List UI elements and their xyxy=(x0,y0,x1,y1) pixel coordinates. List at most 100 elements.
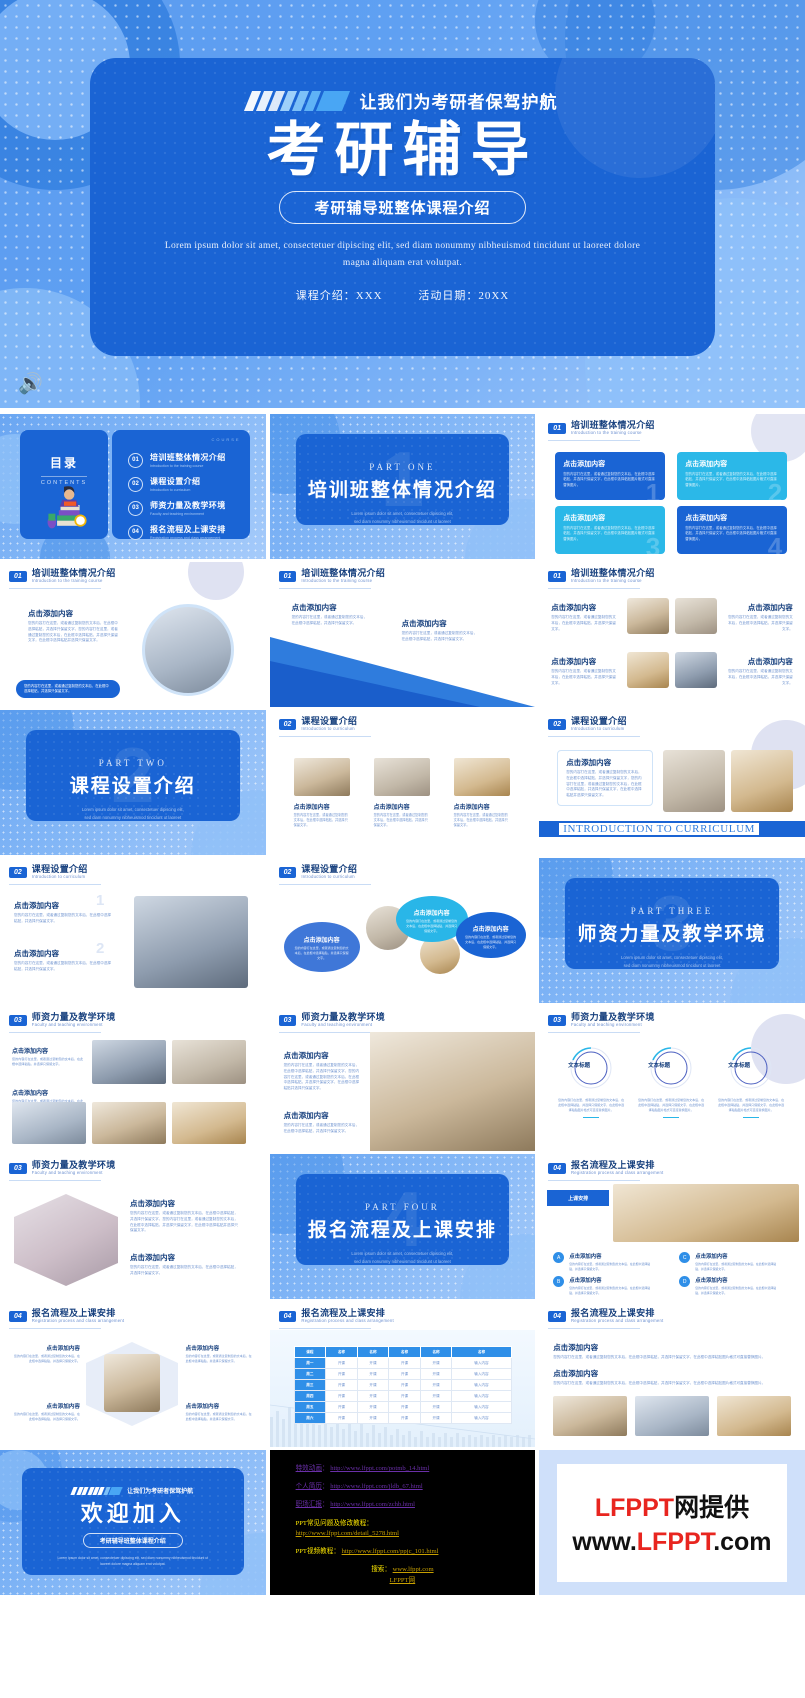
thumb-registration-images[interactable]: 04 报名流程及上课安排 Registration process and cl… xyxy=(539,1302,805,1447)
schedule-table[interactable]: 课程 名称 名称 名称 名称 名称 周一 开课 开课 开课 开课 输入内容 周二 xyxy=(293,1346,512,1424)
links-panel[interactable]: 特效动画： http://www.lfppt.com/potmb_14.html… xyxy=(269,1450,536,1595)
thumb-faculty-books[interactable]: 03 师资力量及教学环境 Faculty and teaching enviro… xyxy=(269,1006,536,1151)
thumb-registration-hex[interactable]: 04 报名流程及上课安排 Registration process and cl… xyxy=(0,1302,266,1447)
faq-row[interactable]: PPT常见问题及修改教程： http://www.lfppt.com/detai… xyxy=(296,1519,536,1539)
thumb-curriculum-three[interactable]: 02 课程设置介绍 Introduction to curriculum 点击添… xyxy=(269,710,536,855)
block-title: 点击添加内容 xyxy=(553,1369,599,1378)
link-label: 职场汇报 xyxy=(295,1501,322,1509)
divider xyxy=(278,884,371,885)
search-site[interactable]: LFPPT网 xyxy=(296,1576,510,1586)
table-cell: 开课 xyxy=(419,1412,453,1424)
watermark-brand: LFPPT xyxy=(594,1494,675,1522)
content-image xyxy=(134,896,248,988)
divider xyxy=(278,1032,371,1033)
ring-item[interactable]: 文本标题 您的内容打在这里，或者通过复制您的文本后，在此框中选择粘贴，并选择只保… xyxy=(637,1046,705,1119)
tile-number: 2 xyxy=(96,940,105,957)
link-url[interactable]: http://www.lfppt.com/potmb_14.html xyxy=(330,1465,429,1472)
block-body: 您的内容打在这里，或者通过复制您的文本后，在此框中选择粘贴，并选择只保留文字，在… xyxy=(553,1355,766,1359)
section-number: 01 xyxy=(548,422,566,434)
table-cell: 开课 xyxy=(356,1368,390,1380)
thumb-part-two[interactable]: 2 PART TWO 课程设置介绍 Lorem ipsum dolor sit … xyxy=(0,710,266,855)
thumb-part-three[interactable]: 3 PART THREE 师资力量及教学环境 Lorem ipsum dolor… xyxy=(539,858,805,1003)
divider xyxy=(9,588,101,589)
section-title: 课程设置介绍 xyxy=(31,864,88,874)
watermark-line-2: www.LFPPT.com xyxy=(572,1528,771,1557)
step-item[interactable]: D 点击添加内容 您的内容打在这里，或者通过复制您的文本后，在此框中选择粘贴，并… xyxy=(679,1276,779,1295)
thumb-curriculum-banner[interactable]: 02 课程设置介绍 Introduction to curriculum 点击添… xyxy=(539,710,805,855)
block-body: 您的内容打在这里，或者通过复制您的文本后，在此框中选择粘贴，并选择只保留文字。 xyxy=(401,631,478,641)
list-item[interactable]: 01 培训班整体情况介绍 Introduction to the trainin… xyxy=(128,452,250,468)
thumb-part-four[interactable]: 4 PART FOUR 报名流程及上课安排 Lorem ipsum dolor … xyxy=(269,1154,536,1299)
thumb-welcome[interactable]: 让我们为考研者保驾护航 欢迎加入 考研辅导班整体课程介绍 Lorem ipsum… xyxy=(0,1450,266,1595)
block-body: 您的内容打在这里，或者通过复制您的文本后，在此框中选择粘贴，并选择只保留文字，您… xyxy=(28,621,118,643)
slide-thumbnail-grid: 目录 CONTENTS COURSE 01 培训班整体情况介绍 Introduc… xyxy=(0,414,805,1595)
toc-badge: 02 xyxy=(128,476,143,492)
table-row: 周三 开课 开课 开课 开课 输入内容 xyxy=(293,1379,512,1391)
table-row: 周四 开课 开课 开课 开课 输入内容 xyxy=(293,1390,512,1402)
video-url[interactable]: http://www.lfppt.com/ppjc_101.html xyxy=(342,1548,439,1555)
part-label: PART ONE xyxy=(369,462,436,472)
ring-item[interactable]: 文本标题 您的内容打在这里，或者通过复制您的文本后，在此框中选择粘贴，并选择只保… xyxy=(557,1046,625,1119)
thumb-curriculum-circles[interactable]: 02 课程设置介绍 Introduction to curriculum 点击添… xyxy=(269,858,536,1003)
block-title: 点击添加内容 xyxy=(185,1346,220,1352)
table-cell: 开课 xyxy=(356,1412,390,1424)
link-row[interactable]: 个人简历： http://www.lfppt.com/jldb_67.html xyxy=(296,1482,536,1492)
step-item[interactable]: A 点击添加内容 您的内容打在这里，或者通过复制您的文本后，在此框中选择粘贴，并… xyxy=(553,1252,653,1271)
link-url[interactable]: http://www.lfppt.com/zchb.html xyxy=(330,1501,415,1508)
toc-list: 01 培训班整体情况介绍 Introduction to the trainin… xyxy=(112,430,250,540)
thumb-faculty-grid[interactable]: 03 师资力量及教学环境 Faculty and teaching enviro… xyxy=(0,1006,266,1151)
step-item[interactable]: B 点击添加内容 您的内容打在这里，或者通过复制您的文本后，在此框中选择粘贴，并… xyxy=(553,1276,653,1295)
content-block: 点击添加内容 您的内容打在这里，或者通过复制您的文本后，在此框中选择粘贴，并选择… xyxy=(553,1368,791,1387)
section-subtitle: Introduction to curriculum xyxy=(301,874,355,880)
content-image xyxy=(369,1032,536,1151)
underline-accent xyxy=(583,1116,600,1119)
thumb-intro-diagonal[interactable]: 01 培训班整体情况介绍 Introduction to the trainin… xyxy=(269,562,536,707)
video-label: PPT视频教程： xyxy=(295,1548,340,1556)
thumb-faculty-rings[interactable]: 03 师资力量及教学环境 Faculty and teaching enviro… xyxy=(539,1006,805,1151)
thumb-part-one[interactable]: 1 PART ONE 培训班整体情况介绍 Lorem ipsum dolor s… xyxy=(269,414,536,559)
list-item[interactable]: 04 报名流程及上课安排 Registration process and cl… xyxy=(128,524,250,540)
thumb-schedule-table[interactable]: 04 报名流程及上课安排 Registration process and cl… xyxy=(269,1302,536,1447)
thumb-table-of-contents[interactable]: 目录 CONTENTS COURSE 01 培训班整体情况介绍 Introduc… xyxy=(0,414,266,559)
section-subtitle: Introduction to the training course xyxy=(570,430,642,436)
table-header-cell: 名称 xyxy=(419,1346,453,1358)
block-title: 点击添加内容 xyxy=(747,603,793,612)
content-tile[interactable]: 1 点击添加内容 您的内容打在这里，或者通过复制您的文本后，在此框中选择粘贴，并… xyxy=(555,452,666,500)
section-number: 03 xyxy=(9,1014,27,1026)
circle-block[interactable]: 点击添加内容 您的内容打在这里，或者通过复制您的文本后，在此框中选择粘贴，并选择… xyxy=(283,922,360,972)
content-tile[interactable]: 3 点击添加内容 您的内容打在这里，或者通过复制您的文本后，在此框中选择粘贴，并… xyxy=(555,506,666,554)
divider xyxy=(548,440,641,441)
faq-url[interactable]: http://www.lfppt.com/detail_5278.html xyxy=(296,1529,536,1539)
highlight-block[interactable]: 您的内容打在这里，或者通过复制您的文本后，在此框中选择粘贴，并选择只保留文字。 xyxy=(16,680,120,698)
content-image xyxy=(635,1396,710,1436)
thumb-registration-steps[interactable]: 04 报名流程及上课安排 Registration process and cl… xyxy=(539,1154,805,1299)
thumb-faculty-hex[interactable]: 03 师资力量及教学环境 Faculty and teaching enviro… xyxy=(0,1154,266,1299)
link-url[interactable]: http://www.lfppt.com/jldb_67.html xyxy=(330,1483,422,1490)
block-body: 您的内容打在这里，或者通过复制您的文本后，在此框中选择粘贴，并选择只保留文字。 xyxy=(291,615,368,625)
thumb-intro-sketch[interactable]: 01 培训班整体情况介绍 Introduction to the trainin… xyxy=(0,562,266,707)
content-tile[interactable]: 4 点击添加内容 您的内容打在这里，或者通过复制您的文本后，在此框中选择粘贴，并… xyxy=(677,506,788,554)
thumb-four-tiles[interactable]: 01 培训班整体情况介绍 Introduction to the trainin… xyxy=(539,414,805,559)
thumb-intro-grid[interactable]: 01 培训班整体情况介绍 Introduction to the trainin… xyxy=(539,562,805,707)
search-url[interactable]: www.lfppt.com xyxy=(393,1566,434,1573)
link-row[interactable]: 职场汇报： http://www.lfppt.com/zchb.html xyxy=(296,1500,536,1510)
list-item[interactable]: 02 课程设置介绍 Introduction to curriculum xyxy=(128,476,250,492)
ring-item[interactable]: 文本标题 您的内容打在这里，或者通过复制您的文本后，在此框中选择粘贴，并选择只保… xyxy=(717,1046,785,1119)
search-row[interactable]: 搜索： www.lfppt.com LFPPT网 xyxy=(296,1565,536,1585)
table-cell: 开课 xyxy=(325,1379,358,1391)
step-item[interactable]: C 点击添加内容 您的内容打在这里，或者通过复制您的文本后，在此框中选择粘贴，并… xyxy=(679,1252,779,1271)
list-item[interactable]: 03 师资力量及教学环境 Faculty and teaching enviro… xyxy=(128,500,250,516)
link-row[interactable]: 特效动画： http://www.lfppt.com/potmb_14.html xyxy=(296,1464,536,1474)
content-image xyxy=(172,1102,246,1144)
video-row[interactable]: PPT视频教程： http://www.lfppt.com/ppjc_101.h… xyxy=(296,1547,536,1557)
content-tile[interactable]: 2 点击添加内容 您的内容打在这里，或者通过复制您的文本后，在此框中选择粘贴，并… xyxy=(677,452,788,500)
part-card: 3 PART THREE 师资力量及教学环境 Lorem ipsum dolor… xyxy=(565,878,779,969)
block-title: 点击添加内容 xyxy=(283,1111,329,1120)
table-cell: 开课 xyxy=(356,1401,390,1413)
divider xyxy=(278,1328,371,1329)
tile-number: 3 xyxy=(645,532,661,554)
tile-body: 您的内容打在这里，或者通过复制您的文本后，在此框中选择粘贴，并选择只保留文字，在… xyxy=(685,526,777,541)
circle-block[interactable]: 点击添加内容 您的内容打在这里，或者通过复制您的文本后，在此框中选择粘贴，并选择… xyxy=(455,912,526,958)
thumb-curriculum-numbered[interactable]: 02 课程设置介绍 Introduction to curriculum 点击添… xyxy=(0,858,266,1003)
search-label: 搜索： xyxy=(371,1566,391,1574)
